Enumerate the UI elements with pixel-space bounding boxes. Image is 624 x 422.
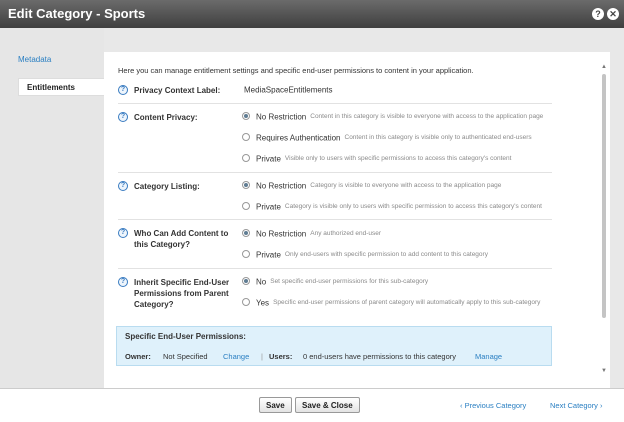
divider-pipe: | bbox=[261, 352, 263, 361]
vertical-scrollbar[interactable]: ▲ ▼ bbox=[600, 64, 608, 378]
inherit-option-yes[interactable]: Yes Specific end-user permissions of pare… bbox=[242, 297, 540, 307]
scrollbar-thumb[interactable] bbox=[602, 74, 606, 318]
intro-text: Here you can manage entitlement settings… bbox=[118, 66, 474, 75]
scroll-up-icon[interactable]: ▲ bbox=[601, 64, 607, 70]
chevron-left-icon: ‹ bbox=[460, 401, 463, 410]
sidebar-item-entitlements[interactable]: Entitlements bbox=[18, 78, 106, 96]
divider bbox=[118, 268, 552, 269]
radio[interactable] bbox=[242, 297, 250, 306]
help-icon[interactable]: ? bbox=[118, 277, 128, 287]
manage-users-link[interactable]: Manage bbox=[475, 352, 502, 361]
change-owner-link[interactable]: Change bbox=[223, 352, 249, 361]
save-button[interactable]: Save bbox=[259, 397, 292, 413]
dialog-titlebar: Edit Category - Sports ? ✕ bbox=[0, 0, 624, 28]
divider bbox=[118, 219, 552, 220]
content-privacy-label: Content Privacy: bbox=[134, 113, 198, 122]
entitlements-panel: Here you can manage entitlement settings… bbox=[104, 52, 610, 388]
add-content-option-private[interactable]: Private Only end-users with specific perm… bbox=[242, 249, 488, 259]
category-listing-option-no-restriction[interactable]: No Restriction Category is visible to eve… bbox=[242, 180, 501, 190]
scroll-down-icon[interactable]: ▼ bbox=[601, 368, 607, 374]
radio[interactable] bbox=[242, 201, 250, 210]
previous-category-link[interactable]: ‹ Previous Category bbox=[460, 401, 526, 410]
radio[interactable] bbox=[242, 153, 250, 162]
permissions-header: Specific End-User Permissions: bbox=[125, 332, 246, 341]
users-label: Users: bbox=[269, 352, 293, 361]
help-icon[interactable]: ? bbox=[118, 228, 128, 238]
content-privacy-option-no-restriction[interactable]: No Restriction Content in this category i… bbox=[242, 111, 543, 121]
privacy-context-value: MediaSpaceEntitlements bbox=[244, 85, 333, 95]
help-icon[interactable]: ? bbox=[592, 8, 604, 20]
inherit-option-no[interactable]: No Set specific end-user permissions for … bbox=[242, 276, 428, 286]
radio[interactable] bbox=[242, 132, 250, 141]
radio-selected[interactable] bbox=[242, 276, 250, 285]
users-value: 0 end-users have permissions to this cat… bbox=[303, 352, 456, 361]
add-content-option-no-restriction[interactable]: No Restriction Any authorized end-user bbox=[242, 228, 381, 238]
sidebar: Metadata Entitlements bbox=[0, 28, 106, 388]
inherit-permissions-label: Inherit Specific End-User Permissions fr… bbox=[134, 278, 230, 309]
save-close-button[interactable]: Save & Close bbox=[295, 397, 360, 413]
radio-selected[interactable] bbox=[242, 180, 250, 189]
category-listing-option-private[interactable]: Private Category is visible only to users… bbox=[242, 201, 542, 211]
owner-label: Owner: bbox=[125, 352, 151, 361]
privacy-context-label: Privacy Context Label: bbox=[134, 86, 221, 95]
radio-selected[interactable] bbox=[242, 228, 250, 237]
help-icon[interactable]: ? bbox=[118, 112, 128, 122]
radio[interactable] bbox=[242, 249, 250, 258]
end-user-permissions-box: Specific End-User Permissions: Owner: No… bbox=[116, 326, 552, 366]
divider bbox=[118, 172, 552, 173]
content-privacy-option-requires-auth[interactable]: Requires Authentication Content in this c… bbox=[242, 132, 532, 142]
sidebar-item-metadata[interactable]: Metadata bbox=[18, 55, 51, 73]
chevron-right-icon: › bbox=[600, 401, 603, 410]
help-icon[interactable]: ? bbox=[118, 85, 128, 95]
category-listing-label: Category Listing: bbox=[134, 182, 200, 191]
add-content-label: Who Can Add Content to this Category? bbox=[134, 229, 229, 249]
dialog-footer: Save Save & Close ‹ Previous Category Ne… bbox=[0, 388, 624, 422]
owner-value: Not Specified bbox=[163, 352, 208, 361]
divider bbox=[118, 103, 552, 104]
content-privacy-option-private[interactable]: Private Visible only to users with specif… bbox=[242, 153, 511, 163]
radio-selected[interactable] bbox=[242, 111, 250, 120]
close-icon[interactable]: ✕ bbox=[607, 8, 619, 20]
help-icon[interactable]: ? bbox=[118, 181, 128, 191]
dialog-title: Edit Category - Sports bbox=[8, 6, 146, 21]
next-category-link[interactable]: Next Category › bbox=[550, 401, 603, 410]
